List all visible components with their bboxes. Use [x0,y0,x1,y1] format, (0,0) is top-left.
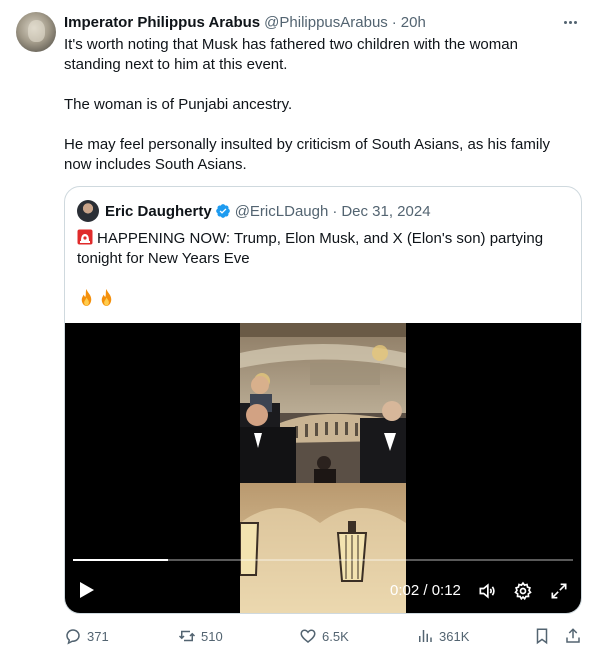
repost-button[interactable]: 510 [178,626,223,646]
tweet-body: It's worth noting that Musk has fathered… [64,35,574,175]
video-player[interactable]: 0:02 / 0:12 [65,323,581,613]
like-button[interactable]: 6.5K [299,626,349,646]
reply-count: 371 [87,628,109,644]
fullscreen-icon[interactable] [549,581,569,601]
reply-icon [66,629,80,645]
author-avatar[interactable] [16,12,56,52]
fire-emojis [77,288,116,307]
more-options-icon[interactable] [558,12,582,32]
rotating-light-icon [77,229,93,245]
separator-dot: · [391,13,397,31]
views-icon [419,630,432,642]
repost-count: 510 [201,628,223,644]
quoted-author-avatar[interactable] [77,200,99,222]
repost-icon [178,630,196,642]
heart-icon [300,629,316,643]
tweet-paragraph: The woman is of Punjabi ancestry. [64,96,293,113]
tweet-paragraph: He may feel personally insulted by criti… [64,136,551,173]
settings-icon[interactable] [513,581,533,601]
tweet-paragraph: It's worth noting that Musk has fathered… [64,36,518,73]
fire-icon [101,288,112,307]
action-bar: 371 510 6.5K 361K [64,626,584,646]
video-frame [240,323,406,613]
bookmark-icon [536,628,548,645]
author-handle[interactable]: @PhilippusArabus [264,14,388,31]
share-button[interactable] [564,626,587,646]
share-icon [566,628,580,643]
tweet-time[interactable]: 20h [401,14,426,31]
views-count: 361K [439,628,470,644]
quoted-author-name[interactable]: Eric Daugherty [105,203,212,220]
fire-icon [81,288,92,307]
like-count: 6.5K [322,628,349,644]
quoted-tweet-text: HAPPENING NOW: Trump, Elon Musk, and X (… [77,229,567,269]
quoted-tweet-date[interactable]: Dec 31, 2024 [341,203,430,220]
verified-badge-icon [215,204,230,218]
quoted-tweet[interactable]: Eric Daugherty @EricLDaugh · Dec 31, 202… [64,186,582,614]
quoted-author-handle[interactable]: @EricLDaugh [235,203,329,220]
play-icon[interactable] [79,581,95,599]
separator-dot: · [332,202,338,220]
video-time: 0:02 / 0:12 [390,582,461,599]
bookmark-button[interactable] [533,626,556,646]
quoted-tweet-header: Eric Daugherty @EricLDaugh · Dec 31, 202… [77,200,431,222]
tweet-header: Imperator Philippus Arabus @PhilippusAra… [64,12,582,32]
views-button[interactable]: 361K [416,626,469,646]
video-progress-fill [73,559,168,561]
reply-button[interactable]: 371 [64,626,109,646]
quoted-tweet-body: HAPPENING NOW: Trump, Elon Musk, and X (… [77,230,544,267]
video-progress-bar[interactable] [73,559,573,561]
volume-icon[interactable] [477,581,497,601]
author-name[interactable]: Imperator Philippus Arabus [64,14,260,31]
